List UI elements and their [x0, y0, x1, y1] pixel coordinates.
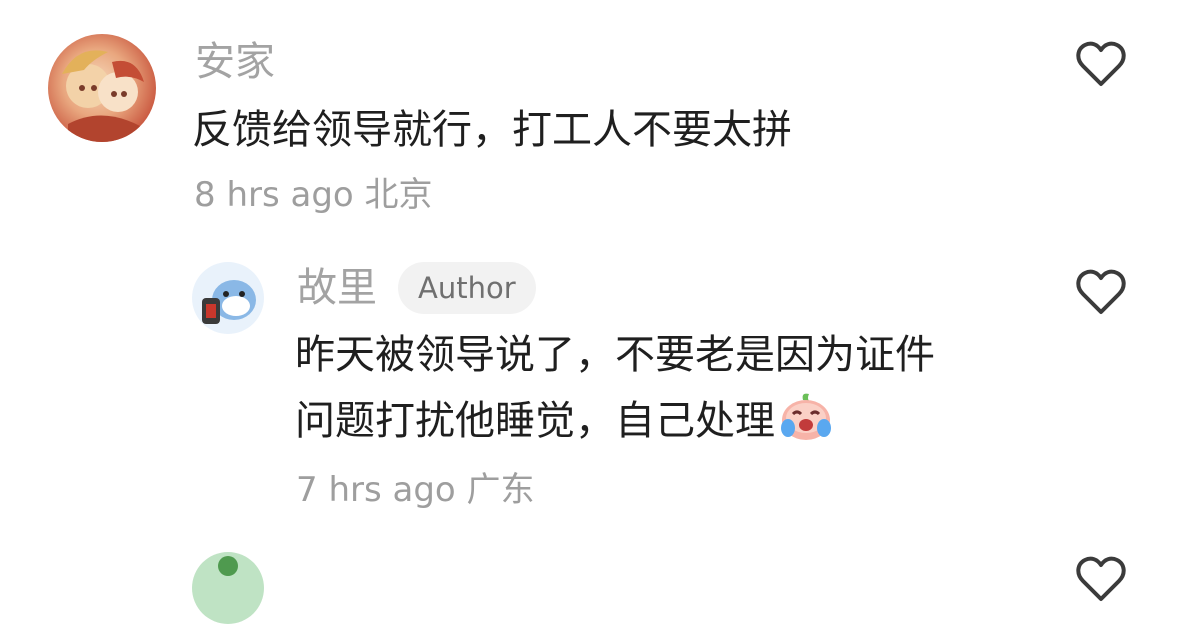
timestamp: 8 hrs ago — [194, 175, 354, 215]
avatar[interactable] — [48, 34, 156, 142]
avatar-image — [218, 556, 238, 576]
avatar-image — [202, 280, 256, 324]
username[interactable]: 安家 — [195, 42, 275, 82]
avatar[interactable] — [192, 262, 264, 334]
avatar[interactable] — [192, 552, 264, 624]
comment-meta: 7 hrs ago 广东 — [296, 473, 535, 507]
crying-emoji-icon — [779, 392, 833, 462]
comment-text-line-2-content: 问题打扰他睡觉，自己处理 — [295, 398, 775, 444]
username[interactable]: 故里 — [297, 268, 377, 308]
heart-outline-icon[interactable] — [1076, 269, 1126, 315]
comment-text: 反馈给领导就行，打工人不要太拼 — [192, 107, 792, 153]
heart-outline-icon[interactable] — [1076, 556, 1126, 602]
location: 广东 — [466, 470, 535, 510]
avatar-image — [62, 50, 144, 142]
comment-item: 安家 反馈给领导就行，打工人不要太拼 8 hrs ago 北京 — [0, 0, 1179, 240]
comment-text-line-2: 问题打扰他睡觉，自己处理 — [295, 388, 833, 462]
heart-outline-icon[interactable] — [1076, 41, 1126, 87]
reply-item: 故里 Author 昨天被领导说了，不要老是因为证件 问题打扰他睡觉，自己处理 … — [0, 240, 1179, 540]
timestamp: 7 hrs ago — [296, 470, 456, 510]
author-badge: Author — [398, 262, 536, 314]
comment-meta: 8 hrs ago 北京 — [194, 178, 433, 212]
comment-text-line-1: 昨天被领导说了，不要老是因为证件 — [295, 332, 935, 378]
location: 北京 — [364, 175, 433, 215]
